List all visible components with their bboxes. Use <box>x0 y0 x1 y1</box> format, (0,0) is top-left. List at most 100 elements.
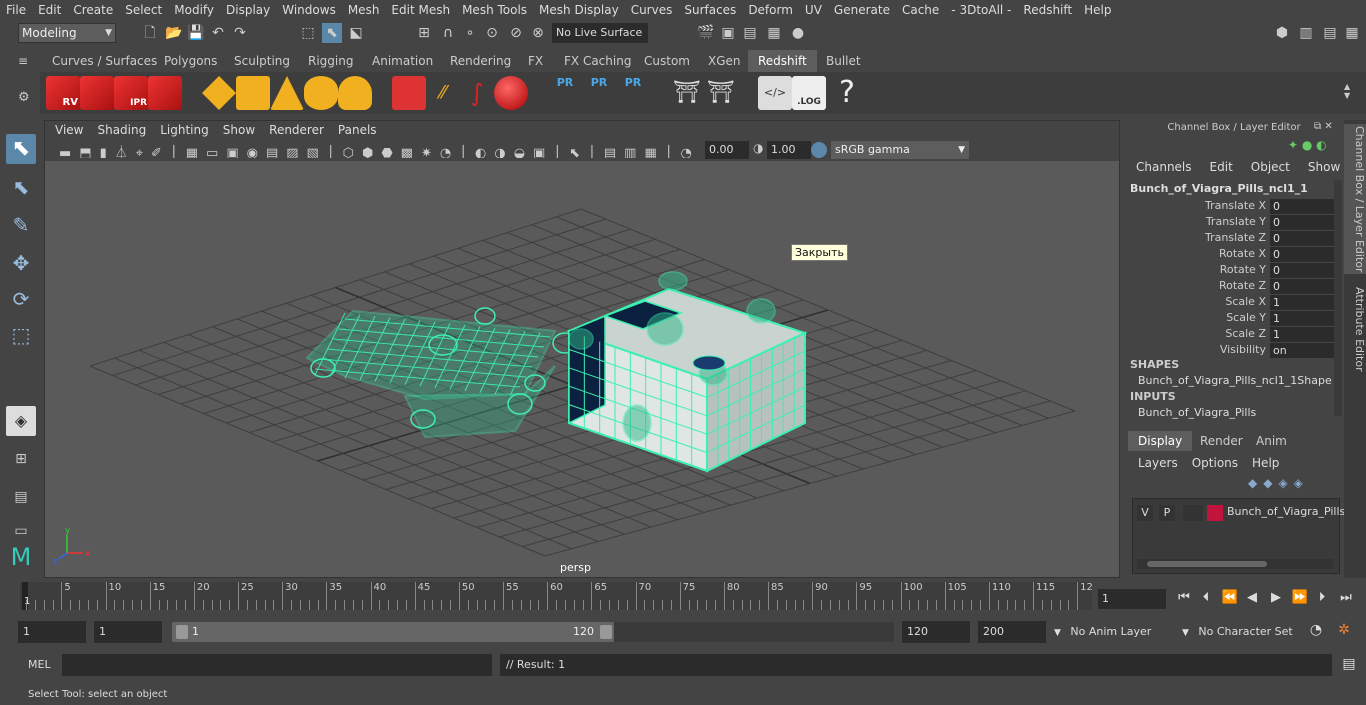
viewport-tool-icons[interactable]: ▬⬒▮⏃⌖✐│▦▭▣◉▤▨▧│⬡⬢⬣▩✷◔│◐◑◒▣│⬉│▤▥▦│◔ <box>59 142 699 158</box>
viewport-menu-item[interactable]: Renderer <box>262 123 331 137</box>
viewport-menu-item[interactable]: Panels <box>331 123 384 137</box>
menu-item[interactable]: Edit Mesh <box>385 3 456 17</box>
color-management-icon[interactable] <box>811 142 827 158</box>
viewport-panel[interactable]: View Shading Lighting Show Renderer Panels ▬⬒… <box>44 120 1120 578</box>
current-frame-field[interactable]: 1 <box>1098 589 1166 609</box>
hair-icon[interactable]: ⁄⁄ <box>426 76 460 110</box>
attribute-editor-icon[interactable]: ▤ <box>1320 23 1340 43</box>
lasso-tool-icon[interactable]: ⬉ <box>6 172 36 202</box>
anim-layer-select[interactable]: ▼ No Anim Layer <box>1050 621 1170 643</box>
new-scene-icon[interactable]: 🗋 <box>140 23 160 43</box>
shelf-tab[interactable]: Polygons <box>154 50 227 72</box>
shelf-tab[interactable]: Curves / Surfaces <box>42 50 167 72</box>
attribute-value[interactable]: 0 <box>1270 279 1334 294</box>
shelf-tab[interactable]: FX Caching <box>554 50 641 72</box>
shelf-tab[interactable]: Rigging <box>298 50 363 72</box>
attribute-row[interactable]: Translate Y 0 <box>1130 214 1334 230</box>
ipr-render-icon[interactable]: ▤ <box>740 23 760 43</box>
shelf-tab[interactable]: Sculpting <box>224 50 300 72</box>
shape-item[interactable]: Bunch_of_Viagra_Pills_ncl1_1Shape <box>1138 374 1332 387</box>
range-start-handle[interactable] <box>176 625 188 639</box>
select-tool-icon[interactable]: ⬉ <box>6 134 36 164</box>
attribute-value[interactable]: 0 <box>1270 263 1334 278</box>
ipr-render-icon[interactable]: IPR <box>114 76 148 110</box>
channel-scrollbar[interactable] <box>1334 180 1342 416</box>
shelf-settings-icon[interactable]: ⚙ <box>18 90 36 108</box>
snap-live-icon[interactable]: ⊗ <box>528 23 548 43</box>
command-input[interactable] <box>62 654 492 676</box>
redo-icon[interactable]: ↷ <box>230 23 250 43</box>
layer-playback-toggle[interactable]: P <box>1159 505 1175 521</box>
attribute-row[interactable]: Scale X 1 <box>1130 294 1334 310</box>
curve-material-icon[interactable]: ∫ <box>460 76 494 110</box>
layer-menu-item[interactable]: Layers <box>1138 456 1192 470</box>
bake-icon[interactable]: ⛩ <box>670 76 704 110</box>
menu-item[interactable]: Display <box>220 3 276 17</box>
log-icon[interactable]: .LOG <box>792 76 826 110</box>
snap-curve-icon[interactable]: ∩ <box>438 23 458 43</box>
mode-selector[interactable]: Modeling ▼ <box>18 23 116 43</box>
menu-item[interactable]: Mesh Tools <box>456 3 533 17</box>
character-set-select[interactable]: ▼ No Character Set <box>1178 621 1298 643</box>
area-light-icon[interactable] <box>202 76 236 110</box>
shelf-tab[interactable]: Rendering <box>440 50 521 72</box>
viewport-menu-item[interactable]: Lighting <box>153 123 216 137</box>
menu-item[interactable]: Generate <box>828 3 896 17</box>
rotate-tool-icon[interactable]: ⟳ <box>6 284 36 314</box>
input-item[interactable]: Bunch_of_Viagra_Pills <box>1138 406 1256 419</box>
hypershade-icon[interactable]: ● <box>788 23 808 43</box>
layer-visibility-toggle[interactable]: V <box>1137 505 1153 521</box>
attribute-row[interactable]: Scale Y 1 <box>1130 310 1334 326</box>
menu-item[interactable]: Help <box>1078 3 1117 17</box>
attribute-value[interactable]: on <box>1270 343 1334 358</box>
step-back-key-icon[interactable]: ⏪ <box>1220 588 1240 608</box>
menu-item[interactable]: - 3DtoAll - <box>945 3 1017 17</box>
shelf-tab[interactable]: Animation <box>362 50 443 72</box>
channel-menu-item[interactable]: Edit <box>1198 160 1239 178</box>
snap-surface-icon[interactable]: ⊘ <box>506 23 526 43</box>
viewport-menu-item[interactable]: View <box>45 123 90 137</box>
pr-mesh-icon[interactable]: PR <box>548 76 582 110</box>
animation-end-field[interactable]: 200 <box>978 621 1046 643</box>
attribute-value[interactable]: 0 <box>1270 215 1334 230</box>
script-editor-icon[interactable]: </> <box>758 76 792 110</box>
tab-attribute-editor[interactable]: Attribute Editor <box>1344 284 1366 374</box>
layer-hscrollbar[interactable] <box>1137 559 1333 569</box>
script-language-toggle[interactable]: MEL <box>18 655 58 675</box>
range-end-handle[interactable] <box>600 625 612 639</box>
viewport-menu-item[interactable]: Shading <box>90 123 153 137</box>
modeling-toolkit-icon[interactable]: ▥ <box>1296 23 1316 43</box>
auto-key-icon[interactable]: ◔ <box>1306 622 1326 642</box>
animation-prefs-icon[interactable]: ✲ <box>1334 622 1354 642</box>
script-editor-button-icon[interactable]: ▤ <box>1340 656 1358 674</box>
menu-item[interactable]: Mesh <box>342 3 386 17</box>
batch-render-icon[interactable] <box>80 76 114 110</box>
dome-light-icon[interactable] <box>304 76 338 110</box>
workspace-icon[interactable]: ⬢ <box>1272 23 1292 43</box>
step-back-icon[interactable]: ⏴ <box>1196 588 1216 608</box>
help-icon[interactable]: ? <box>830 76 864 110</box>
menu-item[interactable]: Surfaces <box>678 3 742 17</box>
render-view-icon[interactable]: 🎬 <box>696 23 716 43</box>
shelf-tab[interactable]: XGen <box>698 50 751 72</box>
select-hierarchy-icon[interactable]: ⬚ <box>298 23 318 43</box>
move-tool-icon[interactable]: ✥ <box>6 248 36 278</box>
attribute-value[interactable]: 0 <box>1270 199 1334 214</box>
step-forward-icon[interactable]: ⏵ <box>1312 588 1332 608</box>
object-name[interactable]: Bunch_of_Viagra_Pills_ncl1_1 <box>1130 182 1308 195</box>
menu-item[interactable]: Cache <box>896 3 945 17</box>
layer-tool-icons[interactable]: ◆◆◈◈ <box>1248 476 1338 492</box>
select-component-icon[interactable]: ⬕ <box>346 23 366 43</box>
shelf-tab[interactable]: Custom <box>634 50 700 72</box>
layout-options-icon[interactable]: ▤ <box>6 482 36 512</box>
shelf-tab[interactable]: Redshift <box>748 50 817 72</box>
channel-menu-item[interactable]: Object <box>1239 160 1296 178</box>
attribute-value[interactable]: 0 <box>1270 231 1334 246</box>
select-object-icon[interactable]: ⬉ <box>322 23 342 43</box>
attribute-row[interactable]: Visibility on <box>1130 342 1334 358</box>
menu-item[interactable]: Mesh Display <box>533 3 625 17</box>
window-controls-icon[interactable]: ⧉ ✕ <box>1314 121 1344 135</box>
channel-box-icon[interactable]: ▦ <box>1342 23 1362 43</box>
single-view-icon[interactable]: ◈ <box>6 406 36 436</box>
attribute-row[interactable]: Rotate Z 0 <box>1130 278 1334 294</box>
